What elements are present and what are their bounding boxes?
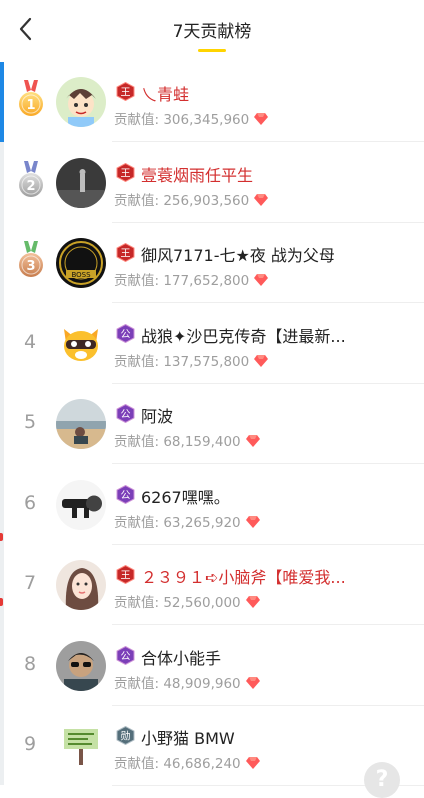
list-item[interactable]: 3 BOSS 王御风7171-七★夜 战为父母贡献值: 177,652,800 [0, 223, 424, 303]
user-name: 壹蓑烟雨任平生 [141, 165, 254, 185]
avatar[interactable] [56, 640, 106, 691]
top-bar: 7天贡献榜 [0, 0, 424, 62]
contribution-label: 贡献值: [114, 434, 164, 450]
contribution-label: 贡献值: [114, 675, 164, 692]
contribution-value: 贡献值: 137,575,800 [114, 350, 269, 370]
contribution-value: 贡献值: 68,159,400 [114, 430, 260, 450]
svg-text:勋: 勋 [121, 730, 131, 743]
king-badge-icon: 王 [116, 242, 135, 263]
contribution-value: 贡献值: 177,652,800 [114, 269, 269, 289]
list-item[interactable]: 6 公 6267嘿嘿。贡献值: 63,265,920 [0, 465, 424, 545]
contribution-amount: 48,909,960 [163, 675, 241, 692]
user-name: ２３９１➪小脑斧【唯爱我... [141, 568, 346, 587]
help-button[interactable]: ? [364, 762, 400, 798]
rank-number: 8 [23, 652, 37, 675]
avatar[interactable] [56, 318, 106, 369]
contribution-value: 贡献值: 46,686,240 [114, 752, 260, 772]
user-name: 6267嘿嘿。 [141, 487, 230, 507]
rank-number: 6 [23, 491, 37, 514]
king-badge-icon: 王 [116, 81, 135, 102]
list-item[interactable]: 2 王壹蓑烟雨任平生贡献值: 256,903,560 [0, 143, 424, 223]
contribution-amount: 256,903,560 [163, 192, 250, 209]
user-name: 战狼✦沙巴克传奇【进最新... [141, 326, 346, 346]
rank-number: 9 [23, 733, 37, 755]
rank-number: 7 [23, 572, 37, 594]
bronze-medal-icon: 3 [16, 241, 46, 281]
merit-badge-icon: 勋 [116, 725, 135, 746]
rank-number: 4 [23, 330, 37, 353]
contribution-amount: 46,686,240 [163, 756, 241, 772]
contribution-amount: 52,560,000 [163, 595, 241, 611]
diamond-icon [241, 434, 260, 450]
user-name: 乀青蛙 [141, 85, 190, 104]
avatar[interactable]: BOSS [56, 238, 106, 288]
title-underline [198, 49, 226, 52]
contribution-amount: 137,575,800 [163, 353, 250, 370]
contribution-label: 贡献值: [114, 353, 164, 370]
avatar[interactable] [56, 721, 106, 771]
king-badge-icon: 王 [116, 564, 135, 585]
svg-text:2: 2 [26, 179, 35, 194]
user-name: 阿波 [141, 407, 174, 426]
silver-medal-icon: 2 [16, 160, 46, 201]
avatar[interactable] [56, 77, 106, 127]
svg-text:王: 王 [121, 88, 131, 99]
duke-badge-icon: 公 [116, 323, 135, 343]
diamond-icon [241, 676, 260, 692]
list-item[interactable]: 7 王 ２３９１➪小脑斧【唯爱我... 贡献值: 52,560,000 [0, 545, 424, 625]
diamond-icon [241, 595, 260, 611]
avatar[interactable] [56, 399, 106, 449]
avatar[interactable] [56, 560, 106, 610]
contribution-value: 贡献值: 48,909,960 [114, 672, 260, 692]
list-item[interactable]: 9 勋小野猫 BMW 贡献值: 46,686,240 [0, 706, 424, 786]
svg-text:公: 公 [121, 329, 131, 340]
svg-text:公: 公 [121, 410, 131, 421]
svg-text:王: 王 [121, 249, 131, 260]
page-title: 7天贡献榜 [172, 22, 252, 42]
duke-badge-icon: 公 [116, 484, 135, 504]
list-item[interactable]: 4 公战狼✦沙巴克传奇【进最新... 贡献值: 137,575,800 [0, 304, 424, 384]
svg-text:BOSS: BOSS [71, 271, 91, 279]
contribution-amount: 306,345,960 [163, 112, 250, 128]
svg-text:王: 王 [121, 571, 131, 582]
avatar[interactable] [56, 479, 106, 530]
gold-medal-icon: 1 [16, 80, 46, 120]
diamond-icon [249, 112, 269, 128]
contribution-label: 贡献值: [114, 192, 164, 209]
diamond-icon [249, 354, 269, 370]
king-badge-icon: 王 [116, 162, 135, 182]
contribution-label: 贡献值: [114, 514, 164, 531]
diamond-icon [241, 515, 260, 531]
list-item[interactable]: 1 王乀青蛙贡献值: 306,345,960 [0, 62, 424, 142]
user-name: 小野猫 BMW [141, 729, 235, 748]
contribution-label: 贡献值: [114, 756, 164, 772]
contribution-amount: 177,652,800 [163, 273, 250, 289]
contribution-value: 贡献值: 63,265,920 [114, 511, 260, 531]
diamond-icon [241, 756, 260, 772]
contribution-label: 贡献值: [114, 273, 164, 289]
diamond-icon [249, 273, 269, 289]
contribution-value: 贡献值: 256,903,560 [114, 189, 269, 209]
svg-text:1: 1 [26, 98, 35, 113]
list-item[interactable]: 5 公阿波贡献值: 68,159,400 [0, 384, 424, 464]
contribution-value: 贡献值: 306,345,960 [114, 108, 269, 128]
duke-badge-icon: 公 [116, 403, 135, 424]
svg-text:王: 王 [121, 168, 131, 179]
diamond-icon [249, 193, 269, 209]
duke-badge-icon: 公 [116, 645, 135, 665]
svg-text:公: 公 [121, 490, 131, 501]
rank-number: 5 [23, 411, 37, 433]
contribution-amount: 63,265,920 [163, 514, 241, 531]
list-item[interactable]: 8 公合体小能手贡献值: 48,909,960 [0, 626, 424, 706]
contribution-value: 贡献值: 52,560,000 [114, 591, 260, 611]
user-name: 御风7171-七★夜 战为父母 [141, 246, 335, 265]
contribution-label: 贡献值: [114, 595, 164, 611]
svg-text:3: 3 [26, 259, 35, 274]
avatar[interactable] [56, 157, 106, 208]
contribution-amount: 68,159,400 [163, 434, 241, 450]
contribution-label: 贡献值: [114, 112, 164, 128]
svg-text:公: 公 [121, 651, 131, 662]
user-name: 合体小能手 [141, 648, 222, 668]
